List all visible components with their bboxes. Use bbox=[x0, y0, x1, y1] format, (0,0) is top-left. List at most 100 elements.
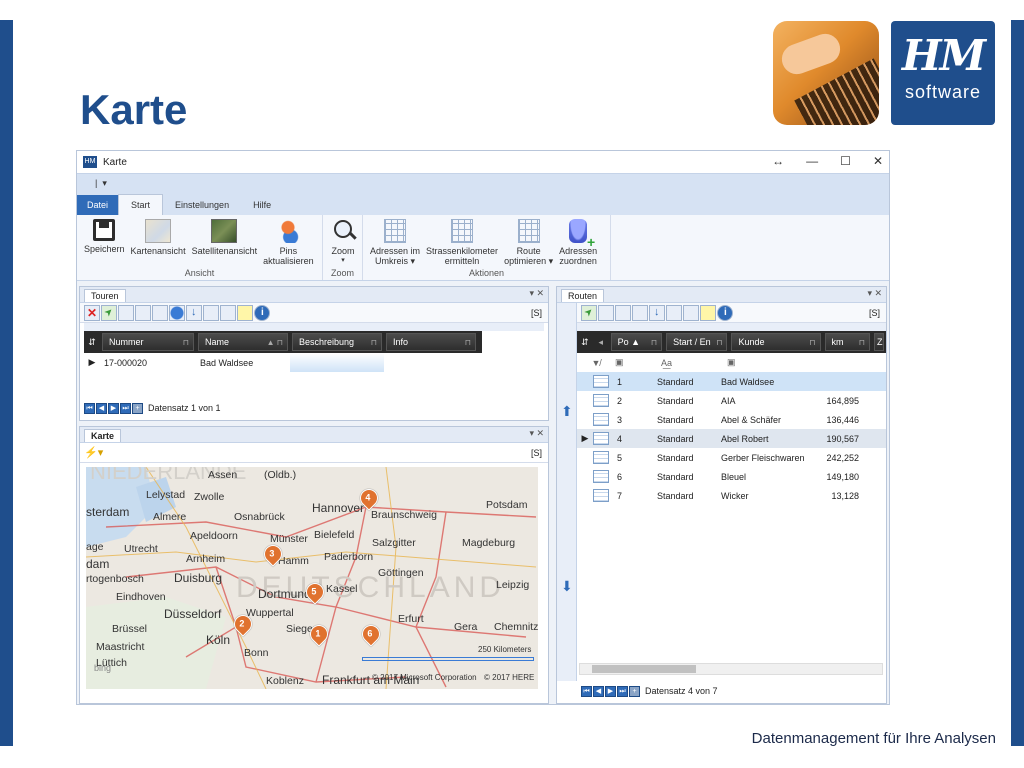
grid-icon bbox=[517, 219, 540, 243]
routen-rows: 1 Standard Bad Waldsee 2 Standard AIA 16… bbox=[577, 372, 886, 505]
tab-start[interactable]: Start bbox=[118, 194, 164, 215]
scrollbar-thumb[interactable] bbox=[592, 665, 696, 673]
first-record-icon[interactable]: ⏮ bbox=[84, 402, 95, 414]
panel-menu-close-icon[interactable]: ▾ ✕ bbox=[867, 288, 882, 299]
column-header-km[interactable]: km ⊓ bbox=[824, 333, 871, 351]
pins-refresh-icon bbox=[275, 219, 302, 243]
first-record-icon[interactable]: ⏮ bbox=[581, 685, 592, 697]
save-icon[interactable] bbox=[118, 304, 134, 321]
layout-icon[interactable] bbox=[666, 304, 682, 321]
note-icon[interactable] bbox=[237, 304, 253, 321]
prev-record-icon[interactable]: ◀ bbox=[593, 685, 604, 697]
karte-panel-tab[interactable]: Karte bbox=[84, 429, 122, 442]
map-city-label: Potsdam bbox=[486, 499, 528, 511]
last-record-icon[interactable]: ⏭ bbox=[120, 402, 131, 414]
export-icon[interactable] bbox=[581, 304, 597, 321]
lightning-icon[interactable]: ⚡▾ bbox=[84, 446, 103, 459]
grid-menu-icon[interactable]: ⇵ bbox=[84, 337, 100, 348]
info-icon[interactable] bbox=[254, 304, 270, 321]
column-header-name[interactable]: Name ▲ ⊓ bbox=[198, 333, 288, 351]
touren-panel-tab[interactable]: Touren bbox=[84, 289, 126, 302]
hm-software-logo: HM software bbox=[891, 21, 995, 125]
table-row[interactable]: 1 Standard Bad Waldsee bbox=[577, 372, 886, 391]
routen-panel-tab[interactable]: Routen bbox=[561, 289, 605, 302]
table-row[interactable]: 2 Standard AIA 164,895 bbox=[577, 391, 886, 410]
delete-icon[interactable] bbox=[84, 304, 100, 321]
print-icon[interactable] bbox=[683, 304, 699, 321]
move-up-icon[interactable]: ⬆ bbox=[561, 403, 573, 420]
sort-icon[interactable] bbox=[186, 304, 202, 321]
scroll-left-icon[interactable]: ◂ bbox=[593, 337, 609, 348]
map-city-label: Assen bbox=[208, 469, 238, 481]
tab-datei[interactable]: Datei bbox=[77, 195, 119, 215]
refresh-icon[interactable] bbox=[615, 304, 631, 321]
column-header-info[interactable]: Info ⊓ bbox=[386, 333, 476, 351]
note-icon[interactable] bbox=[700, 304, 716, 321]
karte-panel: Karte ▾ ✕ ⚡▾ [S] DEUTSCHLAND NIEDERLANDE… bbox=[79, 426, 549, 704]
add-record-icon[interactable]: + bbox=[629, 685, 640, 697]
s-button[interactable]: [S] bbox=[869, 308, 880, 318]
map-city-label: Gera bbox=[454, 621, 478, 633]
next-record-icon[interactable]: ▶ bbox=[605, 685, 616, 697]
refresh-icon[interactable] bbox=[135, 304, 151, 321]
resize-icon[interactable]: ↔ bbox=[772, 154, 784, 168]
column-header-po[interactable]: Po ▲ ⊓ bbox=[610, 333, 663, 351]
column-header-start[interactable]: Start / En ⊓ bbox=[666, 333, 728, 351]
panel-menu-close-icon[interactable]: ▾ ✕ bbox=[529, 428, 544, 439]
prev-record-icon[interactable]: ◀ bbox=[96, 402, 107, 414]
zoom-dropdown-icon: ▾ bbox=[341, 257, 345, 264]
karte-toolbar: ⚡▾ [S] bbox=[80, 443, 548, 463]
last-record-icon[interactable]: ⏭ bbox=[617, 685, 628, 697]
table-row[interactable]: 6 Standard Bleuel 149,180 bbox=[577, 467, 886, 486]
next-record-icon[interactable]: ▶ bbox=[108, 402, 119, 414]
map-view[interactable]: DEUTSCHLAND NIEDERLANDE Assen (Oldb.) Le… bbox=[86, 467, 538, 689]
map-city-label: Apeldoorn bbox=[190, 530, 238, 542]
row-indicator-icon: ▶ bbox=[581, 433, 589, 443]
close-button[interactable]: ✕ bbox=[873, 154, 883, 168]
horizontal-scrollbar[interactable] bbox=[579, 663, 883, 675]
column-header-kunde[interactable]: Kunde ⊓ bbox=[731, 333, 821, 351]
filter-icon[interactable]: ▼̸ bbox=[577, 358, 615, 368]
columns-icon[interactable] bbox=[632, 304, 648, 321]
table-row[interactable]: 7 Standard Wicker 13,128 bbox=[577, 486, 886, 505]
layout-icon[interactable] bbox=[203, 304, 219, 321]
record-status: Datensatz 4 von 7 bbox=[645, 686, 718, 696]
table-row[interactable]: 3 Standard Abel & Schäfer 136,446 bbox=[577, 410, 886, 429]
add-record-icon[interactable]: + bbox=[132, 402, 143, 414]
grid-icon bbox=[384, 219, 407, 243]
table-row[interactable]: ▶ 17-000020 Bad Waldsee bbox=[84, 353, 548, 372]
grid-menu-icon[interactable]: ⇵ bbox=[577, 337, 593, 348]
print-icon[interactable] bbox=[220, 304, 236, 321]
map-city-label: Eindhoven bbox=[116, 591, 166, 603]
move-down-icon[interactable]: ⬇ bbox=[561, 578, 573, 595]
save-icon[interactable] bbox=[598, 304, 614, 321]
info-icon[interactable] bbox=[717, 304, 733, 321]
maximize-button[interactable]: ☐ bbox=[840, 154, 851, 168]
export-icon[interactable] bbox=[101, 304, 117, 321]
save-icon bbox=[93, 219, 116, 241]
minimize-button[interactable]: — bbox=[806, 154, 818, 168]
filter-row[interactable]: ▼̸ ▣ A͟a ▣ bbox=[577, 353, 886, 372]
qat-dropdown-icon[interactable]: | ▾ bbox=[95, 178, 107, 189]
globe-icon[interactable] bbox=[169, 304, 185, 321]
s-button[interactable]: [S] bbox=[531, 308, 542, 318]
sort-icon[interactable] bbox=[649, 304, 665, 321]
map-city-label: Köln bbox=[206, 633, 231, 647]
table-row[interactable]: ▶ 4 Standard Abel Robert 190,567 bbox=[577, 429, 886, 448]
s-button[interactable]: [S] bbox=[531, 448, 542, 458]
panel-menu-close-icon[interactable]: ▾ ✕ bbox=[529, 288, 544, 299]
column-header-nummer[interactable]: Nummer ⊓ bbox=[102, 333, 194, 351]
tab-hilfe[interactable]: Hilfe bbox=[241, 195, 283, 215]
columns-icon[interactable] bbox=[152, 304, 168, 321]
calendar-icon bbox=[593, 451, 609, 464]
column-header-z[interactable]: Z bbox=[874, 333, 884, 351]
touren-panel: Touren▾ ✕ [S] ⇵ Nummer⊓ Name▲ ⊓ B bbox=[79, 286, 549, 421]
map-copyright-ms: © 2017 Microsoft Corporation bbox=[372, 673, 477, 682]
column-header-beschreibung[interactable]: Beschreibung ⊓ bbox=[292, 333, 382, 351]
slide: Karte HM software HM Karte ↔ — ☐ ✕ | ▾ D… bbox=[0, 0, 1024, 768]
tab-einstellungen[interactable]: Einstellungen bbox=[163, 195, 241, 215]
group-label-ansicht: Ansicht bbox=[184, 268, 215, 278]
group-ansicht: Speichern Kartenansicht Satellitenansich… bbox=[77, 215, 323, 280]
table-row[interactable]: 5 Standard Gerber Fleischwaren 242,252 bbox=[577, 448, 886, 467]
group-aktionen: Adressen im Umkreis ▾ Strassenkilometer … bbox=[363, 215, 611, 280]
